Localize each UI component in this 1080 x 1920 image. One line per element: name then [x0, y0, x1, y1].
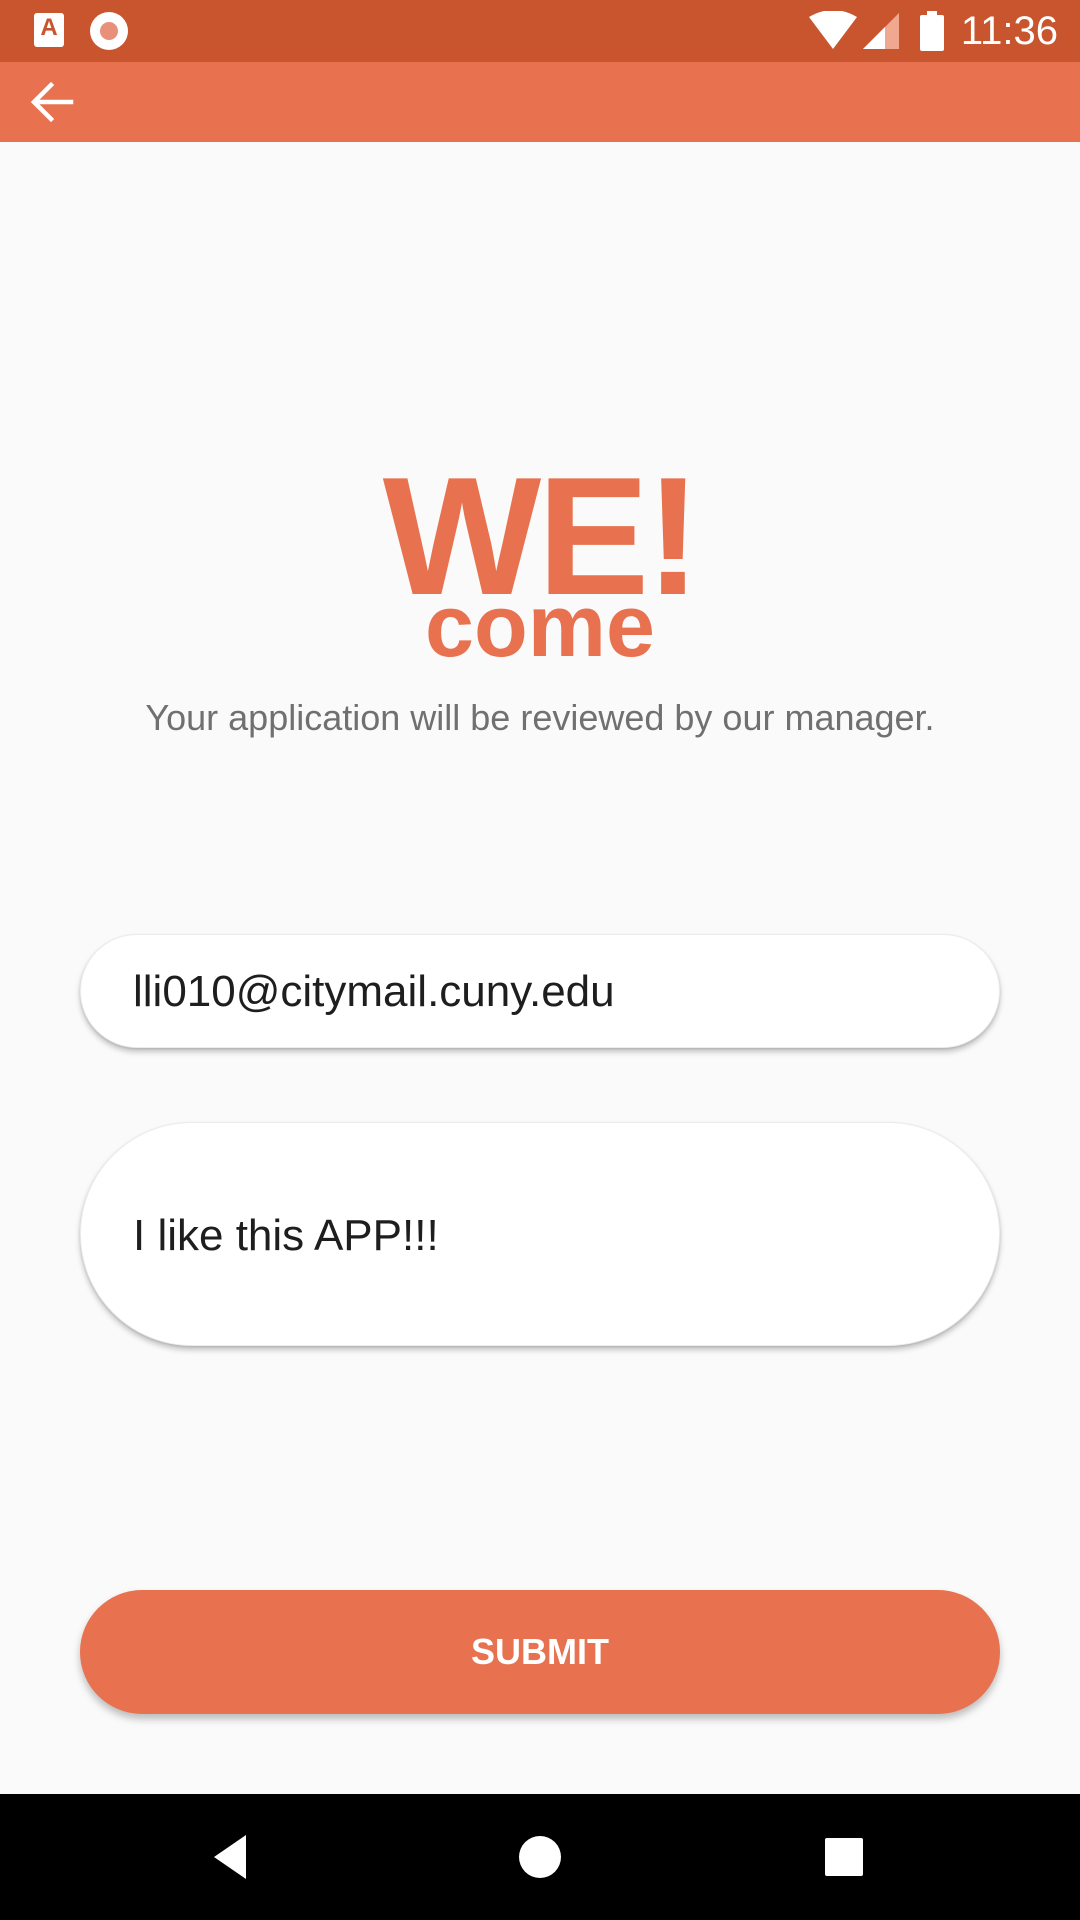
email-value: lli010@citymail.cuny.edu — [133, 967, 615, 1016]
status-right: 11:36 — [808, 0, 1058, 62]
battery-icon — [919, 11, 944, 51]
signal-icon — [862, 13, 899, 49]
submit-button[interactable]: SUBMIT — [80, 1590, 1000, 1714]
logo-subtitle: come — [425, 576, 655, 675]
app-a-icon: A — [34, 13, 64, 47]
main-content: WE! come Your application will be review… — [0, 142, 1080, 1794]
arrow-left-icon — [30, 81, 74, 123]
wifi-icon — [808, 11, 857, 49]
status-time: 11:36 — [960, 8, 1058, 53]
review-notice: Your application will be reviewed by our… — [145, 697, 935, 738]
recents-square-icon[interactable] — [814, 1827, 874, 1887]
email-field[interactable]: lli010@citymail.cuny.edu — [80, 934, 1000, 1048]
navigation-bar — [0, 1794, 1080, 1920]
back-triangle-icon[interactable] — [206, 1827, 266, 1887]
message-value: I like this APP!!! — [133, 1211, 439, 1260]
message-field[interactable]: I like this APP!!! — [80, 1122, 1000, 1346]
record-icon — [90, 12, 128, 50]
status-bar: A 11:36 — [0, 0, 1080, 62]
back-button[interactable] — [22, 72, 82, 132]
home-circle-icon[interactable] — [510, 1827, 570, 1887]
app-bar — [0, 62, 1080, 142]
